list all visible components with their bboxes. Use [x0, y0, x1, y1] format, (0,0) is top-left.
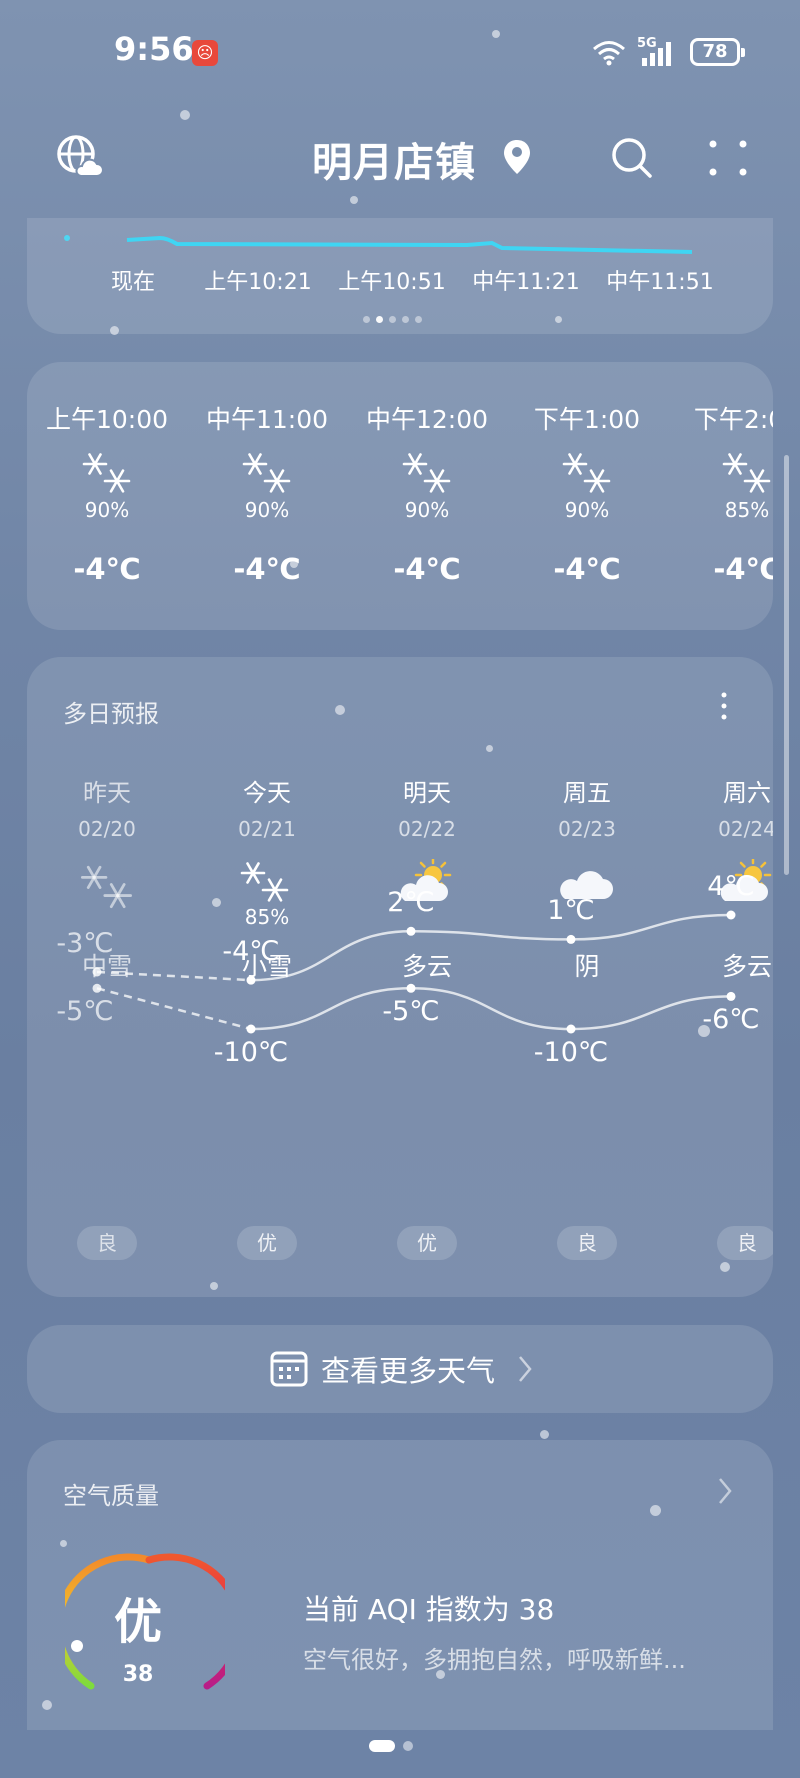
battery-indicator: 78 — [690, 38, 745, 66]
high-temp-label: 2℃ — [387, 887, 435, 919]
page-indicator[interactable] — [369, 1735, 413, 1754]
hourly-item: 中午11:00 90% -4℃ — [187, 362, 347, 630]
high-temp-label: 1℃ — [547, 895, 595, 927]
hourly-precip-prob: 90% — [244, 498, 290, 522]
snow-icon — [722, 453, 771, 493]
hourly-item: 上午10:00 90% -4℃ — [27, 362, 187, 630]
high-temp-label: -4℃ — [222, 936, 280, 968]
aqi-description: 空气很好，多拥抱自然，呼吸新鲜... — [303, 1646, 686, 1674]
hourly-temp: -4℃ — [393, 552, 461, 586]
hourly-item: 下午2:00 85% -4℃ — [667, 362, 773, 630]
status-bar: 9:56 ☹ 5G 78 — [0, 0, 800, 100]
low-temp-line — [250, 987, 732, 1031]
low-temp-label: -6℃ — [702, 1004, 760, 1036]
chevron-right-icon — [519, 1356, 532, 1382]
more-dots-icon[interactable] — [708, 138, 748, 178]
hourly-time: 中午11:00 — [205, 405, 329, 434]
air-quality-card[interactable]: 空气质量 优 38 当前 AQI 指数为 38 空气很好，多拥抱自然，呼吸新鲜.… — [27, 1440, 773, 1730]
precip-time-label: 上午10:21 — [204, 270, 312, 295]
snow-icon — [242, 453, 291, 493]
temperature-range-chart — [92, 910, 736, 1034]
scrollbar[interactable] — [784, 455, 789, 875]
high-temp-point — [566, 934, 576, 944]
precip-time-label: 中午11:21 — [472, 270, 580, 295]
globe-cloud-icon[interactable] — [56, 134, 102, 180]
hourly-precip-prob: 85% — [724, 498, 770, 522]
low-temp-point — [726, 991, 736, 1001]
low-temp-point — [92, 983, 102, 993]
high-temp-label: 4℃ — [707, 871, 755, 902]
precip-time-label: 中午11:51 — [606, 270, 714, 295]
hourly-temp: -4℃ — [553, 552, 621, 586]
hourly-temp: -4℃ — [233, 552, 301, 586]
low-temp-label: -10℃ — [533, 1037, 609, 1068]
snow-icon — [82, 453, 131, 493]
hourly-time: 上午10:00 — [45, 405, 169, 434]
high-temp-line — [250, 913, 732, 982]
hourly-precip-prob: 90% — [564, 498, 610, 522]
wifi-icon — [593, 41, 625, 66]
more-weather-button[interactable]: 查看更多天气 — [27, 1325, 773, 1413]
aqi-value: 38 — [122, 1662, 154, 1687]
hourly-time: 中午12:00 — [365, 405, 489, 434]
hourly-item: 中午12:00 90% -4℃ — [347, 362, 507, 630]
more-weather-label: 查看更多天气 — [321, 1354, 496, 1388]
hourly-precip-prob: 90% — [404, 498, 450, 522]
high-temp-line-past — [96, 970, 252, 982]
search-icon[interactable] — [610, 136, 654, 180]
low-temp-label: -5℃ — [382, 996, 440, 1028]
hourly-temp: -4℃ — [713, 552, 773, 586]
status-time: 9:56 — [114, 30, 194, 68]
precip-time-label: 现在 — [110, 270, 156, 295]
hourly-item: 下午1:00 90% -4℃ — [507, 362, 667, 630]
hourly-forecast-card[interactable]: 上午10:00 90% -4℃ 中午11:00 90% -4℃ 中午12:00 … — [27, 362, 773, 630]
high-temp-label: -3℃ — [56, 928, 114, 959]
precip-time-label: 上午10:51 — [338, 270, 446, 295]
city-name[interactable]: 明月店镇 — [312, 130, 476, 188]
app-header: 明月店镇 — [0, 120, 800, 200]
precipitation-pager[interactable] — [360, 308, 425, 327]
aqi-headline: 当前 AQI 指数为 38 — [303, 1593, 555, 1626]
high-temp-point — [92, 967, 102, 977]
aqi-level: 优 — [113, 1594, 162, 1650]
precipitation-line-chart — [64, 235, 693, 254]
high-temp-point — [406, 926, 416, 936]
hourly-temp: -4℃ — [73, 552, 141, 586]
low-temp-line-past — [96, 987, 252, 1031]
daily-forecast-card[interactable]: 多日预报 昨天 02/20 中雪 良 今天 02/21 85% 小雪 优 明天 … — [27, 657, 773, 1297]
low-temp-point — [406, 983, 416, 993]
hourly-time: 下午2:00 — [693, 405, 773, 434]
hourly-precip-prob: 90% — [84, 498, 130, 522]
high-temp-point — [246, 975, 256, 985]
precipitation-card: 现在 上午10:21 上午10:51 中午11:21 中午11:51 — [27, 218, 773, 334]
low-temp-point — [566, 1024, 576, 1034]
snow-icon — [402, 453, 451, 493]
high-temp-point — [726, 910, 736, 920]
air-quality-title: 空气质量 — [63, 1482, 159, 1510]
low-temp-label: -10℃ — [213, 1037, 289, 1068]
chevron-right-icon[interactable] — [717, 1476, 733, 1506]
snow-icon — [562, 453, 611, 493]
signal-icon — [642, 42, 671, 66]
low-temp-point — [246, 1024, 256, 1034]
precipitation-time-axis: 现在 上午10:21 上午10:51 中午11:21 中午11:51 — [27, 264, 773, 298]
low-temp-label: -5℃ — [56, 996, 114, 1028]
location-pin-icon — [504, 140, 530, 174]
calendar-icon — [270, 1351, 308, 1387]
notification-icon: ☹ — [192, 40, 218, 66]
hourly-time: 下午1:00 — [533, 405, 641, 434]
